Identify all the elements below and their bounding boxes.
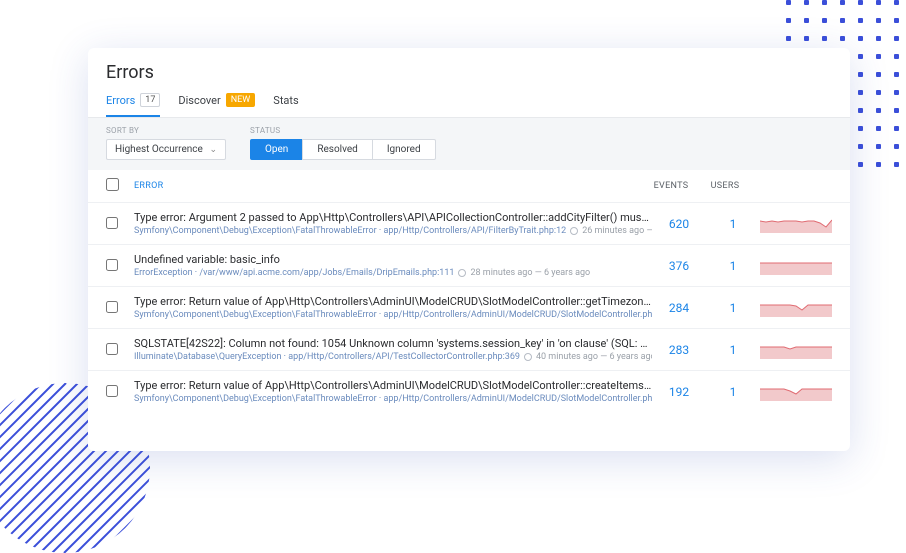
- error-list: Type error: Argument 2 passed to App\Htt…: [88, 202, 850, 412]
- error-meta: ErrorException · /var/www/api.acme.com/a…: [134, 268, 652, 278]
- sort-label: SORT BY: [106, 126, 226, 135]
- tab-errors[interactable]: Errors 17: [106, 93, 160, 117]
- error-time: 40 minutes ago — 6 years ago: [536, 352, 652, 362]
- status-segment: OpenResolvedIgnored: [250, 139, 436, 160]
- table-row[interactable]: Type error: Return value of App\Http\Con…: [88, 286, 850, 328]
- sort-select[interactable]: Highest Occurrence ⌄: [106, 139, 226, 160]
- row-checkbox[interactable]: [106, 259, 118, 271]
- error-source: ErrorException · /var/www/api.acme.com/a…: [134, 268, 454, 278]
- tab-badge: 17: [140, 93, 160, 107]
- row-checkbox[interactable]: [106, 343, 118, 355]
- status-group: STATUS OpenResolvedIgnored: [250, 126, 436, 160]
- table-row[interactable]: Type error: Return value of App\Http\Con…: [88, 370, 850, 412]
- users-count: 1: [706, 385, 760, 399]
- table-row[interactable]: Type error: Argument 2 passed to App\Htt…: [88, 202, 850, 244]
- clock-icon: [458, 269, 466, 277]
- events-count: 192: [652, 385, 706, 399]
- sort-value: Highest Occurrence: [115, 144, 203, 155]
- tab-label: Stats: [273, 94, 298, 107]
- status-open-button[interactable]: Open: [250, 139, 303, 160]
- sparkline: [760, 299, 832, 317]
- row-checkbox[interactable]: [106, 385, 118, 397]
- events-count: 283: [652, 343, 706, 357]
- events-count: 376: [652, 259, 706, 273]
- users-count: 1: [706, 259, 760, 273]
- status-resolved-button[interactable]: Resolved: [302, 139, 372, 160]
- error-time: 26 minutes ago — 6 years ago: [582, 226, 652, 236]
- sparkline: [760, 383, 832, 401]
- tab-stats[interactable]: Stats: [273, 93, 298, 117]
- table-header: ERROR EVENTS USERS: [88, 170, 850, 202]
- error-source: Illuminate\Database\QueryException · app…: [134, 352, 520, 362]
- table-row[interactable]: Undefined variable: basic_info ErrorExcep…: [88, 244, 850, 286]
- error-title: SQLSTATE[42S22]: Column not found: 1054 …: [134, 337, 652, 350]
- header: Errors Errors 17 Discover NEW Stats: [88, 48, 850, 118]
- sparkline: [760, 341, 832, 359]
- error-meta: Illuminate\Database\QueryException · app…: [134, 352, 652, 362]
- events-count: 284: [652, 301, 706, 315]
- status-label: STATUS: [250, 126, 436, 135]
- tab-discover[interactable]: Discover NEW: [178, 93, 255, 117]
- error-source: Symfony\Component\Debug\Exception\FatalT…: [134, 226, 566, 236]
- users-count: 1: [706, 217, 760, 231]
- error-source: Symfony\Component\Debug\Exception\FatalT…: [134, 394, 652, 404]
- error-meta: Symfony\Component\Debug\Exception\FatalT…: [134, 226, 652, 236]
- error-title: Type error: Return value of App\Http\Con…: [134, 379, 652, 392]
- select-all-checkbox[interactable]: [106, 178, 119, 191]
- error-meta: Symfony\Component\Debug\Exception\FatalT…: [134, 310, 652, 320]
- filter-bar: SORT BY Highest Occurrence ⌄ STATUS Open…: [88, 118, 850, 170]
- tab-label: Errors: [106, 94, 135, 107]
- table-row[interactable]: SQLSTATE[42S22]: Column not found: 1054 …: [88, 328, 850, 370]
- error-source: Symfony\Component\Debug\Exception\FatalT…: [134, 310, 652, 320]
- clock-icon: [524, 353, 532, 361]
- chevron-down-icon: ⌄: [209, 145, 217, 155]
- error-time: 28 minutes ago — 6 years ago: [470, 268, 590, 278]
- users-count: 1: [706, 301, 760, 315]
- col-events[interactable]: EVENTS: [644, 181, 698, 191]
- sparkline: [760, 257, 832, 275]
- tab-badge: NEW: [226, 93, 256, 107]
- col-error[interactable]: ERROR: [134, 181, 644, 191]
- status-ignored-button[interactable]: Ignored: [372, 139, 436, 160]
- errors-panel: Errors Errors 17 Discover NEW Stats SORT BY …: [88, 48, 850, 451]
- page-title: Errors: [106, 62, 832, 83]
- sparkline: [760, 215, 832, 233]
- error-title: Undefined variable: basic_info: [134, 253, 652, 266]
- sort-group: SORT BY Highest Occurrence ⌄: [106, 126, 226, 160]
- tabs: Errors 17 Discover NEW Stats: [106, 93, 832, 117]
- row-checkbox[interactable]: [106, 301, 118, 313]
- col-users[interactable]: USERS: [698, 181, 752, 191]
- error-title: Type error: Argument 2 passed to App\Htt…: [134, 211, 652, 224]
- users-count: 1: [706, 343, 760, 357]
- error-meta: Symfony\Component\Debug\Exception\FatalT…: [134, 394, 652, 404]
- events-count: 620: [652, 217, 706, 231]
- tab-label: Discover: [178, 94, 220, 107]
- clock-icon: [570, 227, 578, 235]
- error-title: Type error: Return value of App\Http\Con…: [134, 295, 652, 308]
- row-checkbox[interactable]: [106, 217, 118, 229]
